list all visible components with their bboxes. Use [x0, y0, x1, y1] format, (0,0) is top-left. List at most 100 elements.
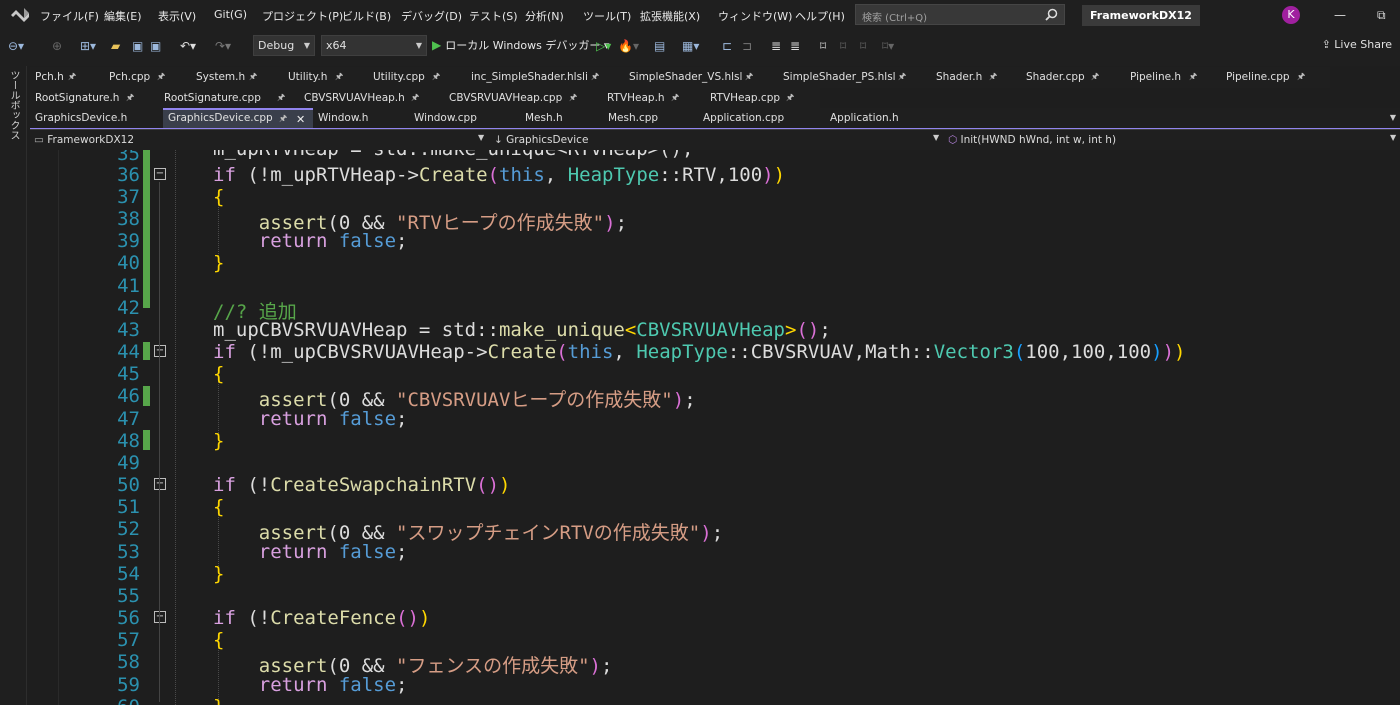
bookmark-icon[interactable]: ⌑ [820, 39, 826, 53]
menu-window[interactable]: ウィンドウ(W) [718, 8, 792, 24]
save-all-icon[interactable]: ▣ [150, 39, 161, 53]
tab-shader-cpp[interactable]: Shader.cpp 🖈 [1021, 67, 1125, 88]
toolbar-icon-1[interactable]: ▤ [654, 39, 665, 53]
pin-icon[interactable]: 🖈 [126, 88, 134, 109]
tab-application-cpp[interactable]: Application.cpp [698, 108, 825, 129]
project-dropdown[interactable]: ▭ FrameworkDX12 [34, 132, 486, 149]
menu-build[interactable]: ビルド(B) [342, 8, 391, 24]
pin-icon[interactable]: 🖈 [569, 88, 577, 109]
bookmark-clear-icon[interactable]: ⌑▾ [882, 39, 894, 53]
tab-graphicsdevice-h[interactable]: GraphicsDevice.h [30, 108, 163, 129]
tab-cbvsrvuavheap-cpp[interactable]: CBVSRVUAVHeap.cpp 🖈 [444, 88, 602, 109]
menu-debug[interactable]: デバッグ(D) [401, 8, 462, 24]
toolbar-icon-4[interactable]: ⊐ [742, 39, 752, 53]
bookmark-next-icon[interactable]: ⌑ [860, 39, 866, 53]
menu-extensions[interactable]: 拡張機能(X) [640, 8, 700, 24]
chevron-down-icon[interactable]: ▼ [478, 133, 484, 142]
navigate-back-icon[interactable]: ⊖▾ [8, 39, 24, 53]
uncomment-icon[interactable]: ≣ [790, 39, 800, 53]
undo-icon[interactable]: ↶▾ [180, 39, 196, 53]
toolbox-sidebar[interactable]: ツールボックス [0, 66, 27, 705]
tab-rootsignature-cpp[interactable]: RootSignature.cpp 🖈 [159, 88, 299, 109]
collapse-icon[interactable]: − [154, 168, 166, 180]
pin-icon[interactable]: 🖈 [898, 67, 906, 88]
menu-edit[interactable]: 編集(E) [104, 8, 142, 24]
tab-system-h[interactable]: System.h 🖈 [191, 67, 283, 88]
tab-pch-h[interactable]: Pch.h 🖈 [30, 67, 105, 88]
pin-icon[interactable]: 🖈 [671, 88, 679, 109]
collapse-icon[interactable]: − [154, 478, 166, 490]
tab-utility-h[interactable]: Utility.h 🖈 [283, 67, 367, 88]
pin-icon[interactable]: 🖈 [591, 67, 599, 88]
menu-project[interactable]: プロジェクト(P) [262, 8, 343, 24]
tab-pipeline-cpp[interactable]: Pipeline.cpp 🖈 [1221, 67, 1329, 88]
visual-studio-logo-icon[interactable] [9, 6, 31, 24]
menu-file[interactable]: ファイル(F) [40, 8, 99, 24]
pin-icon[interactable]: 🖈 [279, 111, 287, 128]
live-share-button[interactable]: ⇪ Live Share [1322, 38, 1392, 51]
tab-pipeline-h[interactable]: Pipeline.h 🖈 [1125, 67, 1221, 88]
code-editor[interactable]: 35 36 37 38 39 40 41 42 43 44 45 46 47 4… [30, 150, 1400, 705]
tab-simpleshader-ps[interactable]: SimpleShader_PS.hlsl 🖈 [778, 67, 931, 88]
account-avatar[interactable]: K [1282, 6, 1300, 24]
tab-utility-cpp[interactable]: Utility.cpp 🖈 [368, 67, 466, 88]
pin-icon[interactable]: 🖈 [68, 67, 76, 88]
tab-overflow-chevron-icon[interactable]: ▼ [1390, 113, 1396, 122]
tab-rootsignature-h[interactable]: RootSignature.h 🖈 [30, 88, 159, 109]
member-dropdown[interactable]: ⬡ Init(HWND hWnd, int w, int h) [948, 132, 1388, 149]
tab-pch-cpp[interactable]: Pch.cpp 🖈 [104, 67, 192, 88]
pin-icon[interactable]: 🖈 [786, 88, 794, 109]
toolbar-icon-3[interactable]: ⊏ [722, 39, 732, 53]
menu-tools[interactable]: ツール(T) [583, 8, 631, 24]
pin-icon[interactable]: 🖈 [1189, 67, 1197, 88]
tab-rtvheap-h[interactable]: RTVHeap.h 🖈 [602, 88, 705, 109]
navigate-forward-icon[interactable]: ⊕ [52, 39, 62, 53]
minimize-icon[interactable]: — [1334, 8, 1346, 22]
tab-rtvheap-cpp[interactable]: RTVHeap.cpp 🖈 [705, 88, 820, 109]
toolbar-icon-2[interactable]: ▦▾ [682, 39, 699, 53]
open-folder-icon[interactable]: ▰ [111, 39, 120, 53]
menu-view[interactable]: 表示(V) [158, 8, 196, 24]
start-without-debug-icon[interactable]: ▷▾ [596, 39, 611, 53]
save-icon[interactable]: ▣ [132, 39, 143, 53]
pin-icon[interactable]: 🖈 [157, 67, 165, 88]
menu-git[interactable]: Git(G) [214, 8, 247, 21]
close-icon[interactable]: ✕ [296, 111, 305, 128]
bookmark-prev-icon[interactable]: ⌑ [840, 39, 846, 53]
menu-analyze[interactable]: 分析(N) [525, 8, 564, 24]
pin-icon[interactable]: 🖈 [1297, 67, 1305, 88]
pin-icon[interactable]: 🖈 [335, 67, 343, 88]
pin-icon[interactable]: 🖈 [277, 88, 285, 109]
hot-reload-icon[interactable]: 🔥▾ [618, 39, 639, 53]
menu-test[interactable]: テスト(S) [469, 8, 518, 24]
configuration-select[interactable]: Debug ▼ [253, 35, 315, 56]
pin-icon[interactable]: 🖈 [411, 88, 419, 109]
tab-inc-simpleshader[interactable]: inc_SimpleShader.hlsli 🖈 [466, 67, 624, 88]
search-input[interactable]: 検索 (Ctrl+Q) [855, 4, 1065, 25]
scope-dropdown[interactable]: ↓ GraphicsDevice [494, 132, 934, 149]
tab-mesh-cpp[interactable]: Mesh.cpp [603, 108, 698, 129]
restore-icon[interactable]: ⧉ [1377, 8, 1386, 23]
pin-icon[interactable]: 🖈 [989, 67, 997, 88]
tab-window-cpp[interactable]: Window.cpp [409, 108, 520, 129]
pin-icon[interactable]: 🖈 [432, 67, 440, 88]
collapse-icon[interactable]: − [154, 611, 166, 623]
start-debugging-button[interactable]: ▶ ローカル Windows デバッガー ▾ [432, 37, 609, 53]
platform-select[interactable]: x64 ▼ [321, 35, 427, 56]
comment-icon[interactable]: ≣ [771, 39, 781, 53]
tab-graphicsdevice-cpp[interactable]: GraphicsDevice.cpp 🖈 ✕ [163, 108, 313, 129]
pin-icon[interactable]: 🖈 [249, 67, 257, 88]
tab-application-h[interactable]: Application.h [825, 108, 968, 129]
chevron-down-icon[interactable]: ▼ [933, 133, 939, 142]
collapse-icon[interactable]: − [154, 345, 166, 357]
tab-cbvsrvuavheap-h[interactable]: CBVSRVUAVHeap.h 🖈 [299, 88, 444, 109]
tab-shader-h[interactable]: Shader.h 🖈 [931, 67, 1021, 88]
redo-icon[interactable]: ↷▾ [215, 39, 231, 53]
tab-simpleshader-vs[interactable]: SimpleShader_VS.hlsl 🖈 [624, 67, 778, 88]
chevron-down-icon[interactable]: ▼ [1390, 133, 1396, 142]
pin-icon[interactable]: 🖈 [745, 67, 753, 88]
tab-mesh-h[interactable]: Mesh.h [520, 108, 603, 129]
menu-help[interactable]: ヘルプ(H) [795, 8, 845, 24]
tab-window-h[interactable]: Window.h [313, 108, 409, 129]
pin-icon[interactable]: 🖈 [1091, 67, 1099, 88]
